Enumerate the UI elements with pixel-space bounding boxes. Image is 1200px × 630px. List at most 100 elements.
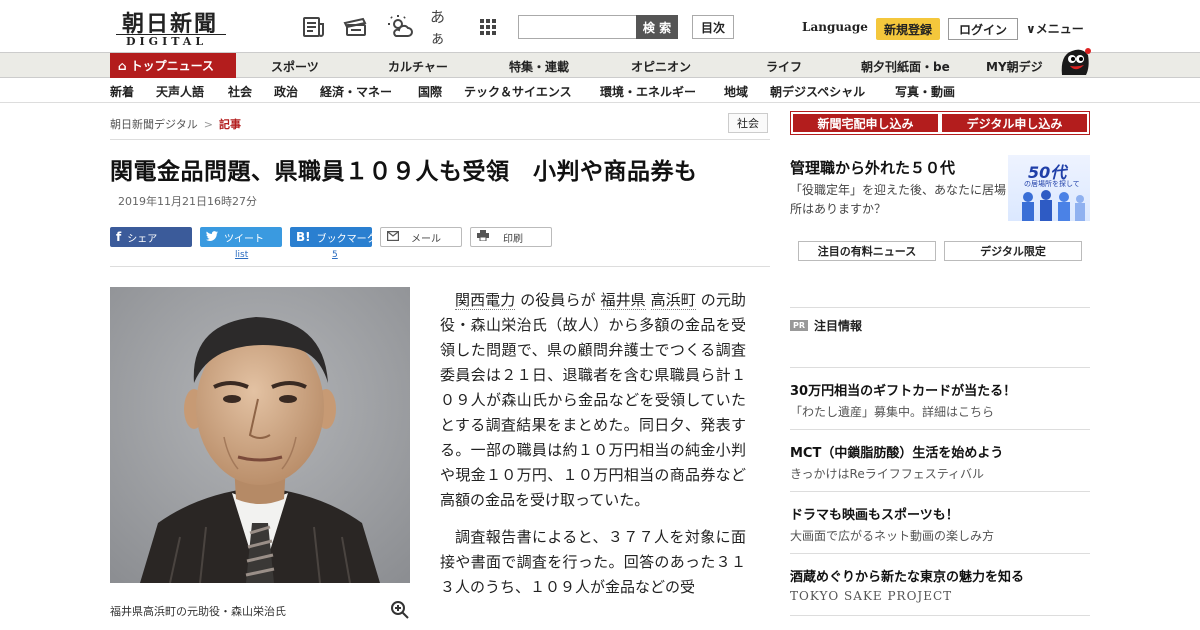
- nav2-item-tech[interactable]: テック＆サイエンス: [464, 83, 572, 100]
- keyword-link[interactable]: 福井県: [600, 291, 646, 310]
- grid-menu-icon[interactable]: [474, 13, 502, 41]
- twitter-icon: [206, 230, 218, 244]
- article-date: 2019年11月21日16時27分: [118, 195, 257, 208]
- facebook-share-button[interactable]: f シェア: [110, 227, 192, 247]
- nav-top-news-label: トップニュース: [130, 59, 214, 73]
- category-badge[interactable]: 社会: [728, 113, 768, 133]
- hatena-icon: B!: [296, 230, 311, 244]
- ad-text[interactable]: 「わたし遺産」募集中。詳細はこちら: [790, 403, 994, 420]
- twitter-list-link[interactable]: list: [235, 250, 248, 260]
- promo-text[interactable]: 「役職定年」を迎えた後、あなたに居場所はありますか？: [790, 181, 1006, 219]
- promo-title[interactable]: 管理職から外れた５０代: [790, 157, 955, 178]
- nav2-item-latest[interactable]: 新着: [110, 83, 134, 100]
- divider: [790, 367, 1090, 368]
- pr-header-label: 注目情報: [814, 319, 863, 333]
- ad-text[interactable]: 大画面で広がるネット動画の楽しみ方: [790, 527, 994, 544]
- hatena-bookmark-button[interactable]: B! ブックマーク: [290, 227, 377, 247]
- toc-button[interactable]: 目次: [692, 15, 734, 39]
- mail-share-label: メール: [411, 233, 441, 245]
- facebook-share-label: シェア: [127, 233, 158, 245]
- divider: [790, 429, 1090, 430]
- breadcrumb-home[interactable]: 朝日新聞デジタル: [110, 118, 198, 131]
- subscribe-digital-button[interactable]: デジタル申し込み: [942, 114, 1087, 132]
- font-size-icon[interactable]: あぁ: [430, 8, 458, 47]
- secondary-nav: 新着 天声人語 社会 政治 経済・マネー 国際 テック＆サイエンス 環境・エネル…: [0, 79, 1200, 103]
- primary-nav: ⌂ トップニュース スポーツ カルチャー 特集・連載 オピニオン ライフ 朝夕刊…: [0, 48, 1200, 78]
- twitter-share-button[interactable]: ツイート: [200, 227, 282, 247]
- ad-title[interactable]: 30万円相当のギフトカードが当たる！: [790, 380, 1016, 399]
- divider: [110, 266, 770, 267]
- facebook-icon: f: [116, 230, 122, 244]
- nav2-item-society[interactable]: 社会: [228, 83, 252, 100]
- hatena-bookmark-label: ブックマーク: [316, 233, 377, 245]
- ad-title[interactable]: ドラマも映画もスポーツも！: [790, 504, 959, 523]
- nav2-item-environment[interactable]: 環境・エネルギー: [600, 83, 696, 100]
- twitter-share-label: ツイート: [224, 233, 264, 245]
- nav-item-life[interactable]: ライフ: [766, 58, 802, 75]
- nav2-item-economy[interactable]: 経済・マネー: [320, 83, 392, 100]
- paragraph-text: の元助役・森山栄治氏（故人）から多額の金品を受領した問題で、県の顧問弁護士でつく…: [440, 291, 746, 509]
- menu-button[interactable]: ∨メニュー: [1026, 20, 1084, 37]
- pr-header: PR 注目情報: [790, 317, 862, 334]
- breadcrumb: 朝日新聞デジタル > 記事: [110, 116, 241, 132]
- ad-title[interactable]: 酒蔵めぐりから新たな東京の魅力を知る: [790, 566, 1024, 585]
- nav-item-paper[interactable]: 朝夕刊紙面・be: [861, 58, 950, 75]
- photo-caption: 福井県高浜町の元助役・森山栄治氏: [110, 605, 286, 618]
- print-label: 印刷: [503, 233, 523, 245]
- nav2-item-photo[interactable]: 写真・動画: [895, 83, 955, 100]
- nav2-item-politics[interactable]: 政治: [274, 83, 298, 100]
- paragraph-text: の役員らが: [520, 291, 596, 309]
- register-button[interactable]: 新規登録: [876, 18, 940, 40]
- nav-top-news[interactable]: ⌂ トップニュース: [110, 53, 236, 78]
- asahi-digital-logo[interactable]: 朝日新聞 DIGITAL: [112, 6, 230, 48]
- promo-image[interactable]: 50代 の居場所を探して: [1008, 155, 1090, 221]
- nav2-item-special[interactable]: 朝デジスペシャル: [770, 83, 865, 100]
- ad-text[interactable]: TOKYO SAKE PROJECT: [790, 589, 952, 603]
- nav-item-features[interactable]: 特集・連載: [509, 58, 569, 75]
- article-paragraph: 調査報告書によると、３７７人を対象に面接や書面で調査を行った。回答のあった３１３…: [440, 528, 746, 596]
- tab-premium-news[interactable]: 注目の有料ニュース: [798, 241, 936, 261]
- nav-item-sports[interactable]: スポーツ: [271, 58, 319, 75]
- newspaper-icon[interactable]: [300, 13, 328, 41]
- home-icon: ⌂: [118, 58, 127, 73]
- ad-text[interactable]: きっかけはReライフフェスティバル: [790, 465, 984, 482]
- zoom-icon[interactable]: [390, 600, 410, 620]
- weather-icon[interactable]: [386, 13, 414, 41]
- breadcrumb-separator: >: [203, 118, 213, 131]
- nav-item-culture[interactable]: カルチャー: [388, 58, 448, 75]
- search-button[interactable]: 検 索: [636, 15, 678, 39]
- login-button[interactable]: ログイン: [948, 18, 1018, 40]
- divider: [790, 615, 1090, 616]
- language-link[interactable]: Language: [802, 20, 868, 34]
- divider: [790, 553, 1090, 554]
- nav-item-opinion[interactable]: オピニオン: [631, 58, 691, 75]
- search-input[interactable]: [518, 15, 638, 39]
- nav2-item-tensei[interactable]: 天声人語: [156, 83, 204, 100]
- keyword-link[interactable]: 関西電力: [455, 291, 516, 310]
- print-button[interactable]: 印刷: [470, 227, 552, 247]
- article-photo[interactable]: [110, 287, 410, 583]
- sidebar-tabs: 注目の有料ニュース デジタル限定: [798, 241, 1082, 261]
- hatena-count[interactable]: 5: [332, 250, 338, 260]
- article-paragraph: 関西電力 の役員らが 福井県 高浜町 の元助役・森山栄治氏（故人）から多額の金品…: [440, 288, 746, 513]
- mail-icon: [387, 230, 400, 244]
- nav-item-my-asahi[interactable]: MY朝デジ: [986, 58, 1043, 75]
- mascot-icon[interactable]: [1058, 45, 1092, 79]
- nav2-item-region[interactable]: 地域: [724, 83, 748, 100]
- site-header: 朝日新聞 DIGITAL あぁ 検 索 目次 Language 新規登録 ログイ…: [0, 0, 1200, 52]
- print-icon: [477, 230, 489, 244]
- pr-badge: PR: [790, 320, 809, 331]
- subscribe-paper-button[interactable]: 新聞宅配申し込み: [793, 114, 938, 132]
- logo-text-en: DIGITAL: [126, 35, 208, 48]
- ad-title[interactable]: MCT（中鎖脂肪酸）生活を始めよう: [790, 442, 1003, 461]
- mail-share-button[interactable]: メール: [380, 227, 462, 247]
- keyword-link[interactable]: 高浜町: [650, 291, 696, 310]
- nav2-item-international[interactable]: 国際: [418, 83, 442, 100]
- divider: [790, 491, 1090, 492]
- breadcrumb-current: 記事: [219, 118, 241, 131]
- divider: [110, 139, 770, 140]
- divider: [790, 307, 1090, 308]
- tab-digital-only[interactable]: デジタル限定: [944, 241, 1082, 261]
- subscription-buttons: 新聞宅配申し込み デジタル申し込み: [790, 111, 1090, 135]
- ticket-icon[interactable]: [342, 13, 370, 41]
